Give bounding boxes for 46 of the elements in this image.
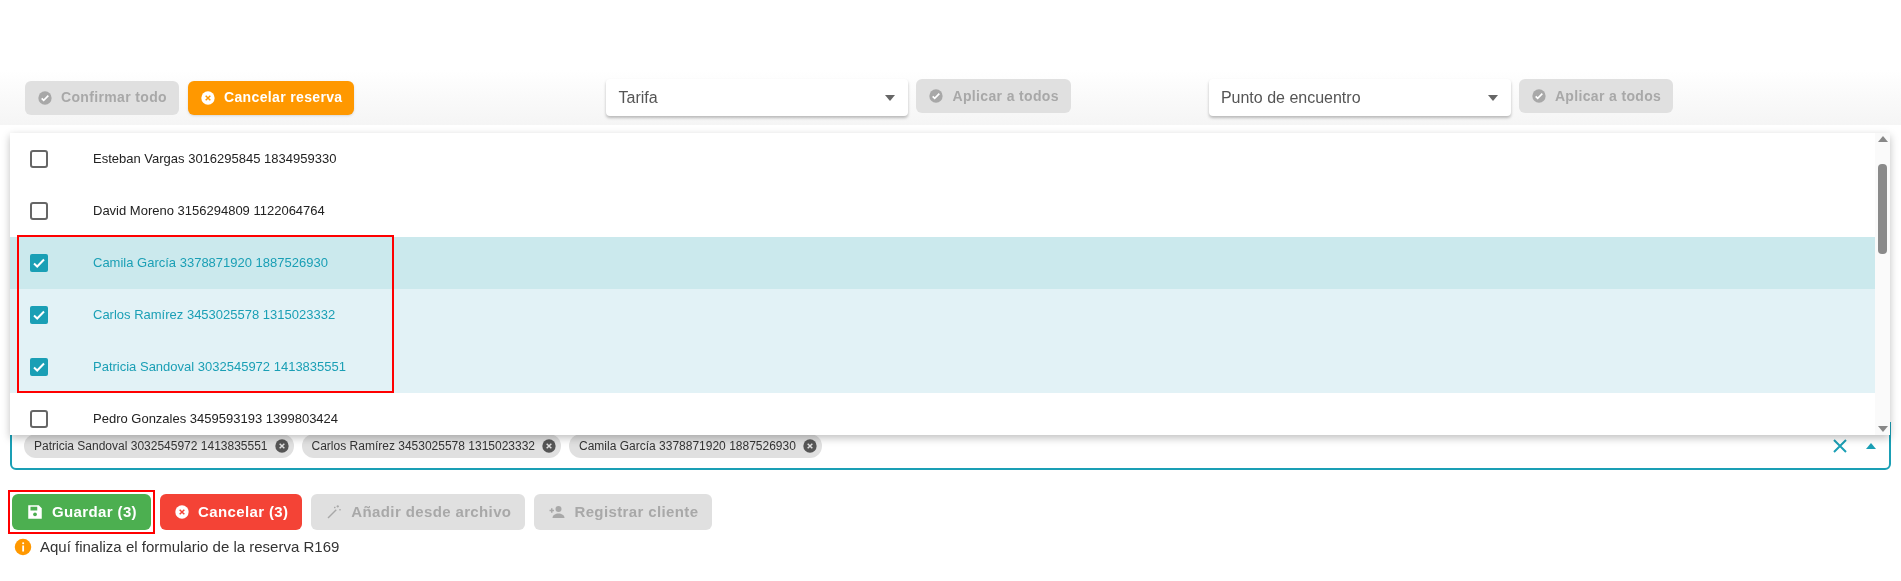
select-field[interactable]: Punto de encuentro (1208, 79, 1511, 116)
caret-icon (884, 93, 897, 102)
client-chip[interactable]: Carlos Ramírez 3453025578 1315023332 (301, 434, 562, 458)
toolbar-button[interactable]: Cancelar reserva (188, 80, 355, 115)
info-icon (14, 538, 32, 557)
option-label: Esteban Vargas 3016295845 1834959330 (93, 150, 337, 169)
checkbox[interactable] (30, 202, 48, 220)
caret-icon (1486, 93, 1499, 102)
magic-wand-icon (325, 503, 344, 521)
client-option[interactable]: Pedro Gonzales 3459593193 1399803424 (10, 393, 1875, 435)
action-button[interactable]: Cancelar (3) (160, 494, 303, 530)
caret-icon (1876, 135, 1889, 143)
select-field[interactable]: Tarifa (606, 79, 909, 116)
close-circle-icon (174, 504, 190, 520)
option-label: Camila García 3378871920 1887526930 (93, 254, 328, 273)
select-placeholder: Tarifa (618, 87, 658, 108)
check-circle-icon (37, 89, 53, 106)
checkbox[interactable] (30, 254, 48, 272)
add-person-icon (548, 503, 567, 521)
check-circle-icon (1530, 88, 1547, 104)
client-option[interactable]: Patricia Sandoval 3032545972 1413835551 (10, 341, 1875, 393)
client-option[interactable]: Esteban Vargas 3016295845 1834959330 (10, 133, 1875, 185)
scrollbar[interactable] (1875, 133, 1890, 435)
check-circle-icon (928, 88, 945, 104)
caret-icon (1876, 425, 1889, 433)
option-label: David Moreno 3156294809 1122064764 (93, 202, 325, 221)
option-label: Carlos Ramírez 3453025578 1315023332 (93, 306, 336, 325)
checkbox[interactable] (30, 306, 48, 324)
client-option[interactable]: Camila García 3378871920 1887526930 (10, 237, 1875, 289)
client-chip[interactable]: Patricia Sandoval 3032545972 1413835551 (24, 434, 294, 458)
remove-icon[interactable] (801, 438, 818, 454)
scrollbar-thumb[interactable] (1878, 164, 1887, 254)
caret-icon (1865, 442, 1877, 450)
remove-icon[interactable] (541, 438, 558, 454)
checkbox[interactable] (30, 410, 48, 428)
client-chip[interactable]: Camila García 3378871920 1887526930 (569, 434, 822, 458)
checkbox[interactable] (30, 150, 48, 168)
select-placeholder: Punto de encuentro (1220, 87, 1361, 108)
remove-icon[interactable] (273, 438, 290, 454)
close-circle-icon (200, 89, 216, 106)
checkbox[interactable] (30, 358, 48, 376)
info-text: Aquí finaliza el formulario de la reserva R169 (40, 537, 340, 557)
clear-icon[interactable] (1831, 437, 1849, 455)
option-label: Patricia Sandoval 3032545972 1413835551 (93, 358, 346, 377)
action-button[interactable]: Guardar (3) (12, 494, 151, 530)
client-option[interactable]: Carlos Ramírez 3453025578 1315023332 (10, 289, 1875, 341)
